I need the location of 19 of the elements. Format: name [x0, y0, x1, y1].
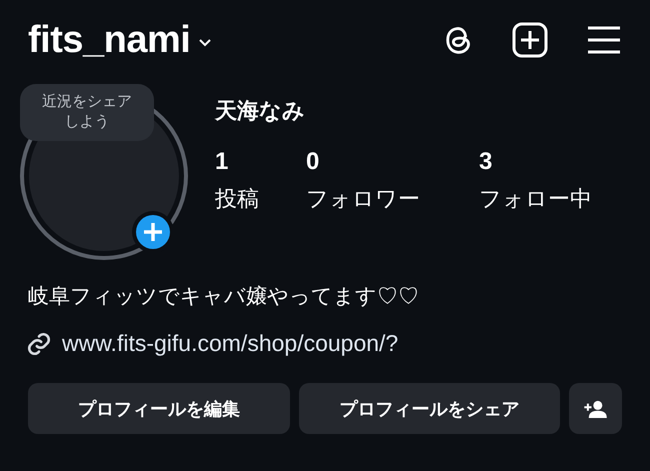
chevron-down-icon[interactable]	[198, 38, 212, 48]
add-person-icon	[584, 400, 608, 418]
menu-icon[interactable]	[586, 25, 622, 55]
profile-button[interactable]: プロフィールをシェア	[298, 383, 560, 434]
stat-count[interactable]: 0	[306, 148, 479, 176]
bio-text: 岐阜フィッツでキャバ嬢やってます♡♡	[28, 284, 420, 310]
stat-count[interactable]: 1	[215, 148, 306, 176]
stat-count[interactable]: 3	[479, 148, 592, 176]
add-person-button[interactable]	[569, 383, 622, 434]
add-post-icon[interactable]	[512, 22, 548, 58]
display-name: 天海なみ	[215, 97, 306, 125]
stat-label[interactable]: フォロー中	[479, 184, 592, 214]
stat-label[interactable]: 投稿	[215, 184, 306, 214]
profile-button[interactable]: プロフィールを編集	[28, 383, 290, 434]
website-link[interactable]: www.fits-gifu.com/shop/coupon/?	[62, 330, 398, 357]
username[interactable]: fits_nami	[28, 18, 190, 62]
link-icon	[26, 330, 52, 356]
note-tooltip[interactable]: 近況をシェアしよう	[20, 84, 154, 140]
stat-label[interactable]: フォロワー	[306, 184, 479, 214]
